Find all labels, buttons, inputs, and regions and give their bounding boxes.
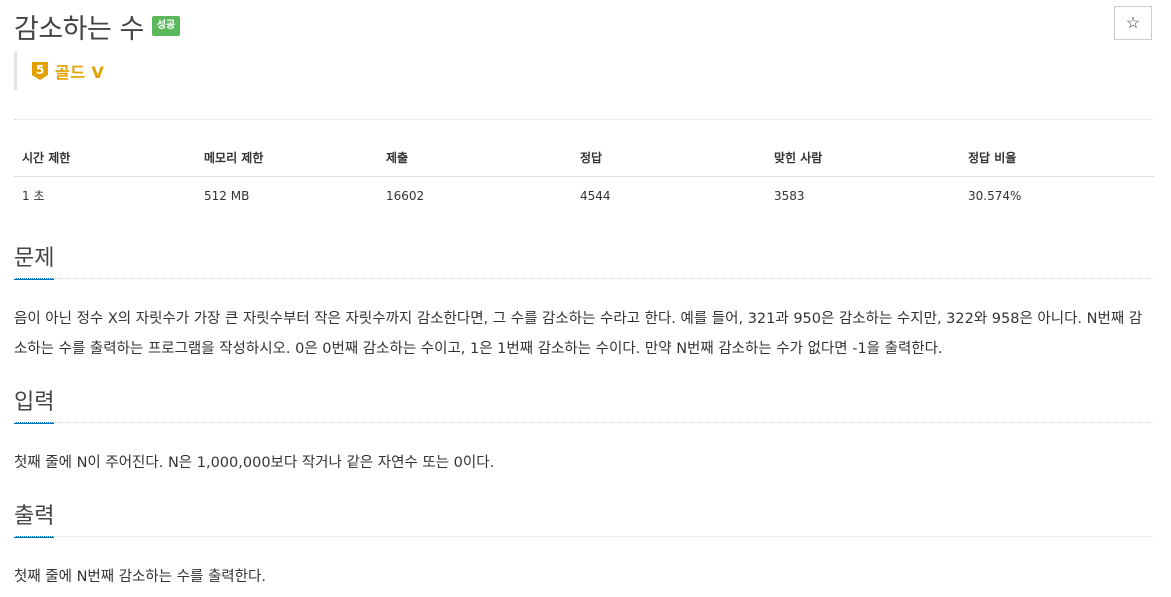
title-row: 감소하는 수 성공 <box>14 6 181 46</box>
cell-accepted[interactable]: 4544 <box>572 177 766 215</box>
output-heading: 출력 <box>14 498 55 538</box>
section-divider <box>14 278 1154 279</box>
star-button[interactable]: ☆ <box>1114 6 1152 40</box>
problem-info-table: 시간 제한 메모리 제한 제출 정답 맞힌 사람 정답 비율 1 초 512 M… <box>14 139 1154 214</box>
page-title: 감소하는 수 <box>14 13 144 45</box>
cell-memory-limit: 512 MB <box>204 188 250 203</box>
header-accepted: 정답 <box>572 139 766 177</box>
header-accept-rate: 정답 비율 <box>960 139 1154 177</box>
tier-badge-icon: 5 <box>32 62 48 80</box>
cell-accept-rate: 30.574% <box>968 188 1022 203</box>
result-badge: 성공 <box>151 16 181 36</box>
divider <box>14 119 1154 120</box>
input-heading: 입력 <box>14 384 55 424</box>
input-description: 첫째 줄에 N이 주어진다. N은 1,000,000보다 작거나 같은 자연수… <box>14 455 495 471</box>
cell-time-limit: 1 초 <box>22 189 45 203</box>
problem-heading: 문제 <box>14 240 55 280</box>
header-memory-limit: 메모리 제한 <box>196 139 378 177</box>
problem-description: 음이 아닌 정수 X의 자릿수가 가장 큰 자릿수부터 작은 자릿수까지 감소한… <box>14 311 1143 357</box>
output-description: 첫째 줄에 N번째 감소하는 수를 출력한다. <box>14 569 266 585</box>
header-solved-users: 맞힌 사람 <box>766 139 960 177</box>
star-icon: ☆ <box>1125 15 1141 32</box>
table-header-row: 시간 제한 메모리 제한 제출 정답 맞힌 사람 정답 비율 <box>14 139 1154 177</box>
section-divider <box>14 422 1154 423</box>
tier-label[interactable]: 골드 V <box>55 59 104 83</box>
header-submissions: 제출 <box>378 139 572 177</box>
cell-submissions[interactable]: 16602 <box>378 177 572 215</box>
tier-block: 5 골드 V <box>14 52 104 90</box>
header-time-limit: 시간 제한 <box>14 139 196 177</box>
section-divider <box>14 536 1154 537</box>
tier-level: 5 <box>36 63 44 77</box>
cell-solved-users[interactable]: 3583 <box>766 177 960 215</box>
table-row: 1 초 512 MB 16602 4544 3583 30.574% <box>14 177 1154 215</box>
